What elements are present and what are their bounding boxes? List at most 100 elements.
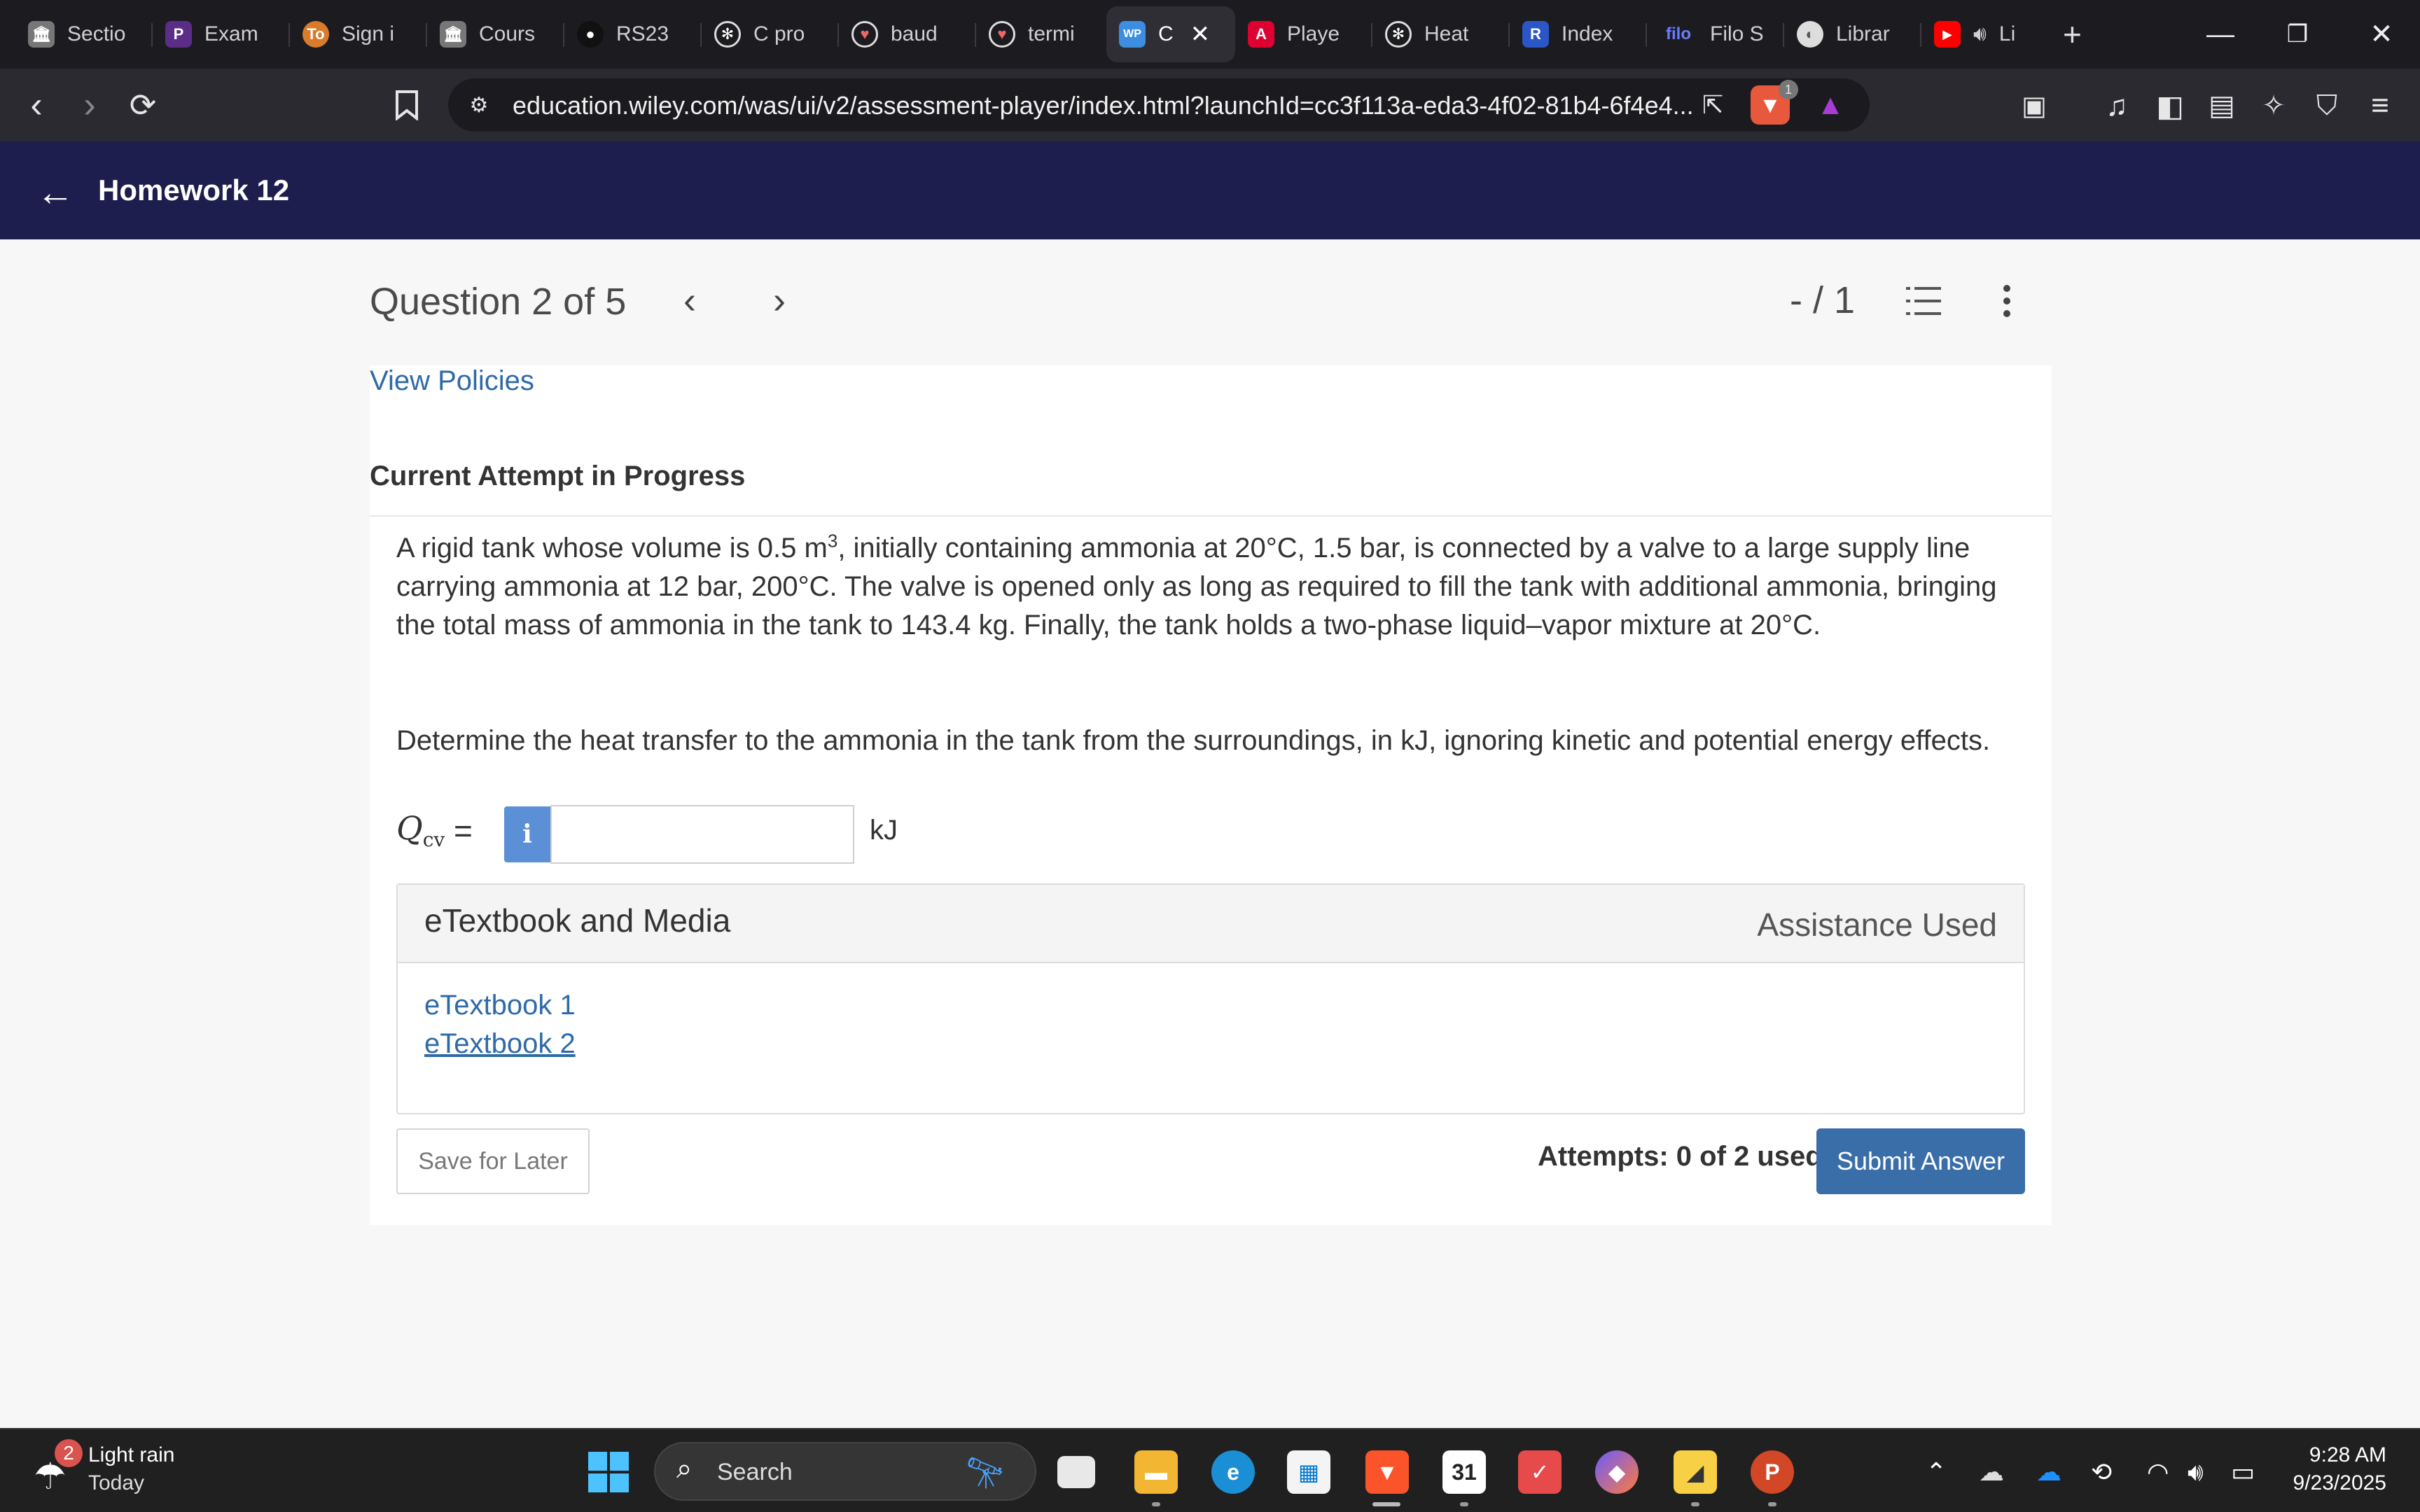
equals-sign: = (454, 813, 473, 849)
vpn-icon[interactable]: ⛉ (2309, 88, 2344, 123)
media-icon[interactable]: ♫ (2099, 88, 2134, 123)
brave-taskbar-icon[interactable]: ▼ (1365, 1450, 1409, 1494)
new-tab-icon[interactable]: + (2063, 15, 2082, 53)
tab-librar[interactable]: ◐ Librar (1784, 6, 1921, 62)
powerpoint-icon[interactable]: P (1751, 1450, 1794, 1494)
youtube-icon: ▶ (1934, 21, 1961, 48)
attempt-status: Current Attempt in Progress (370, 461, 746, 491)
etextbook-2-link[interactable]: eTextbook 2 (424, 1028, 576, 1060)
tab-active-c[interactable]: WP C ✕ (1106, 6, 1235, 62)
task-view-icon[interactable] (1057, 1456, 1095, 1488)
reader-mode-icon[interactable]: ▣ (2017, 88, 2052, 123)
search-highlight-icon: 🔭︎ (966, 1456, 1005, 1490)
back-arrow-icon[interactable]: ← (36, 171, 74, 214)
tab-li[interactable]: ▶ 🔊︎ Li (1921, 6, 2047, 62)
clock-date[interactable]: 9/23/2025 (2293, 1471, 2386, 1495)
tab-filo[interactable]: filo Filo S (1647, 6, 1784, 62)
bank-icon: 🏛 (440, 21, 466, 48)
page-header: ← Homework 12 (0, 141, 2420, 239)
minimize-icon[interactable]: — (2182, 0, 2259, 69)
todo-icon[interactable]: ✓ (1518, 1450, 1562, 1494)
close-window-icon[interactable]: ✕ (2343, 0, 2420, 69)
running-indicator (1768, 1502, 1776, 1506)
back-icon[interactable]: ‹ (15, 84, 57, 126)
address-bar[interactable]: ⚙ education.wiley.com/was/ui/v2/assessme… (448, 78, 1870, 132)
globe-icon: ◐ (1797, 21, 1823, 48)
weather-badge: 2 (55, 1439, 83, 1467)
bookmark-icon[interactable] (389, 85, 424, 125)
onedrive-business-icon[interactable]: ☁ (2036, 1457, 2061, 1487)
save-for-later-button[interactable]: Save for Later (396, 1128, 590, 1194)
more-options-icon[interactable] (1993, 283, 2021, 319)
restore-icon[interactable]: ❐ (2259, 0, 2336, 69)
tab-exam[interactable]: P Exam (153, 6, 290, 62)
windows-taskbar: ☂ 2 Light rain Today ⌕ Search 🔭︎ ▬ e ▦ ▼… (0, 1428, 2420, 1512)
copilot-icon[interactable]: ◆ (1595, 1450, 1639, 1494)
tab-playe[interactable]: A Playe (1235, 6, 1372, 62)
weather-condition[interactable]: Light rain (88, 1443, 174, 1467)
search-label: Search (717, 1459, 793, 1485)
wallet-icon[interactable]: ▤ (2204, 88, 2239, 123)
tab-sectio[interactable]: 🏛 Sectio (15, 6, 153, 62)
clock-time[interactable]: 9:28 AM (2309, 1443, 2386, 1467)
openai-icon: ✻ (1385, 21, 1412, 48)
browser-tab-strip: 🏛 Sectio P Exam To Sign i 🏛 Cours ● RS23… (0, 0, 2420, 69)
leo-ai-icon[interactable]: ✧ (2256, 88, 2291, 123)
shield-badge: 1 (1779, 80, 1798, 99)
tab-cours[interactable]: 🏛 Cours (427, 6, 564, 62)
divider (370, 515, 2052, 517)
tab-index[interactable]: R Index (1510, 6, 1647, 62)
answer-input[interactable] (550, 805, 854, 864)
wifi-icon[interactable]: ◠ (2147, 1457, 2169, 1487)
onedrive-icon[interactable]: ☁ (1979, 1457, 2004, 1487)
battery-icon[interactable]: ▭ (2231, 1457, 2255, 1487)
question-score: - / 1 (1790, 279, 1856, 321)
sidebar-icon[interactable]: ◧ (2153, 88, 2188, 123)
taskbar-search[interactable]: ⌕ Search 🔭︎ (654, 1442, 1036, 1501)
menu-icon[interactable]: ≡ (2363, 88, 2398, 123)
sticky-notes-icon[interactable]: ◢ (1674, 1450, 1717, 1494)
brave-rewards-icon[interactable]: ▲ (1814, 88, 1847, 122)
answer-label: Qcv (396, 809, 445, 852)
blue-logo-icon: R (1522, 21, 1549, 48)
edge-icon[interactable]: e (1211, 1450, 1255, 1494)
sync-icon[interactable]: ⟲ (2091, 1457, 2112, 1487)
running-indicator (1691, 1502, 1699, 1506)
reload-icon[interactable]: ⟳ (122, 84, 164, 126)
volume-icon[interactable]: 🔊︎ (2188, 1457, 2204, 1488)
bank-icon: 🏛 (28, 21, 55, 48)
view-policies-link[interactable]: View Policies (370, 365, 534, 397)
share-icon[interactable]: ⇱ (1696, 88, 1730, 122)
logo-icon: ● (577, 21, 604, 48)
active-indicator (1372, 1502, 1400, 1506)
orange-circle-icon: To (302, 21, 329, 48)
search-icon: ⌕ (676, 1453, 693, 1484)
speaker-icon: 🔊︎ (1973, 22, 1987, 46)
tab-termi[interactable]: ♥ termi (976, 6, 1106, 62)
attempts-counter: Attempts: 0 of 2 used (1538, 1141, 1823, 1172)
assignment-title: Homework 12 (98, 174, 290, 206)
question-list-icon[interactable] (1906, 283, 1942, 319)
tab-baud[interactable]: ♥ baud (839, 6, 976, 62)
previous-question-icon[interactable]: ‹ (683, 279, 696, 322)
site-settings-icon[interactable]: ⚙ (464, 90, 494, 120)
etextbook-1-link[interactable]: eTextbook 1 (424, 990, 576, 1021)
close-tab-icon[interactable]: ✕ (1190, 20, 1211, 48)
next-question-icon[interactable]: › (773, 279, 786, 322)
file-explorer-icon[interactable]: ▬ (1134, 1450, 1178, 1494)
pearson-icon: P (165, 21, 192, 48)
microsoft-store-icon[interactable]: ▦ (1287, 1450, 1330, 1494)
etextbook-media-panel: eTextbook and Media Assistance Used eTex… (396, 883, 2025, 1114)
question-prompt: Determine the heat transfer to the ammon… (396, 725, 1991, 756)
info-icon[interactable]: i (504, 806, 550, 862)
tab-rs23[interactable]: ● RS23 (564, 6, 702, 62)
tab-c-pro[interactable]: ✻ C pro (702, 6, 839, 62)
tab-sign-in[interactable]: To Sign i (290, 6, 427, 62)
angular-icon: A (1248, 21, 1274, 48)
calendar-icon[interactable]: 31 (1442, 1450, 1486, 1494)
tab-heat[interactable]: ✻ Heat (1372, 6, 1510, 62)
submit-answer-button[interactable]: Submit Answer (1816, 1128, 2025, 1194)
show-hidden-icons-icon[interactable]: ⌃ (1926, 1457, 1947, 1487)
start-menu-icon[interactable] (588, 1452, 629, 1492)
forward-icon[interactable]: › (69, 84, 111, 126)
